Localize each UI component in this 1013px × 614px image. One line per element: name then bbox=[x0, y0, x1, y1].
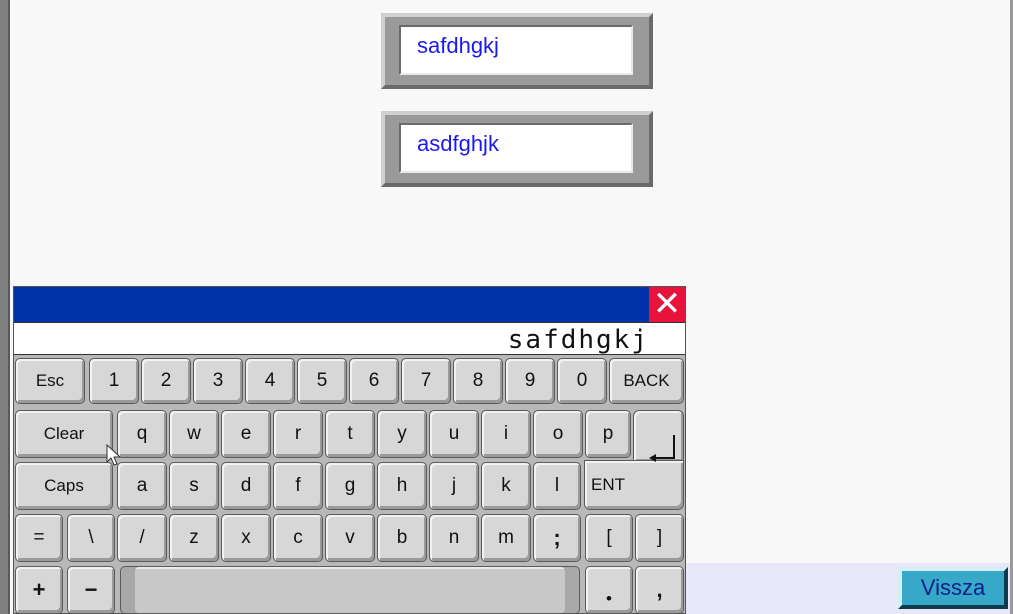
close-icon[interactable]: ✕ bbox=[649, 287, 685, 322]
key-a[interactable]: a bbox=[117, 462, 167, 510]
text-field-1[interactable]: safdhgkj bbox=[399, 25, 633, 75]
key-d[interactable]: d bbox=[221, 462, 271, 510]
key-q[interactable]: q bbox=[117, 410, 167, 458]
key-2[interactable]: 2 bbox=[141, 358, 191, 404]
key-back[interactable]: BACK bbox=[609, 358, 684, 404]
key-7[interactable]: 7 bbox=[401, 358, 451, 404]
key-l[interactable]: l bbox=[533, 462, 581, 510]
key-3[interactable]: 3 bbox=[193, 358, 243, 404]
key-o[interactable]: o bbox=[533, 410, 583, 458]
key-clear[interactable]: Clear bbox=[15, 410, 113, 458]
key-slash[interactable]: / bbox=[117, 514, 167, 562]
key-i[interactable]: i bbox=[481, 410, 531, 458]
vissza-button[interactable]: Vissza bbox=[898, 567, 1008, 609]
text-field-2-frame[interactable]: asdfghjk bbox=[381, 111, 653, 187]
key-dot[interactable]: • bbox=[585, 566, 633, 614]
key-u[interactable]: u bbox=[429, 410, 479, 458]
key-6[interactable]: 6 bbox=[349, 358, 399, 404]
key-semicolon[interactable]: ; bbox=[533, 514, 581, 562]
key-h[interactable]: h bbox=[377, 462, 427, 510]
key-z[interactable]: z bbox=[169, 514, 219, 562]
key-j[interactable]: j bbox=[429, 462, 479, 510]
key-m[interactable]: m bbox=[481, 514, 531, 562]
key-minus[interactable]: − bbox=[67, 566, 115, 614]
enter-arrow-icon bbox=[649, 435, 675, 462]
mouse-pointer-icon bbox=[106, 444, 122, 466]
key-comma[interactable]: , bbox=[635, 566, 684, 614]
key-enter[interactable]: ENT bbox=[584, 435, 684, 510]
key-k[interactable]: k bbox=[481, 462, 531, 510]
key-9[interactable]: 9 bbox=[505, 358, 555, 404]
key-b[interactable]: b bbox=[377, 514, 427, 562]
key-caps[interactable]: Caps bbox=[15, 462, 113, 510]
key-left-bracket[interactable]: [ bbox=[585, 514, 633, 562]
key-8[interactable]: 8 bbox=[453, 358, 503, 404]
keyboard-titlebar bbox=[14, 287, 685, 322]
key-x[interactable]: x bbox=[221, 514, 271, 562]
key-right-bracket[interactable]: ] bbox=[635, 514, 684, 562]
key-t[interactable]: t bbox=[325, 410, 375, 458]
left-frame bbox=[0, 0, 10, 614]
key-r[interactable]: r bbox=[273, 410, 323, 458]
enter-key-label: ENT bbox=[591, 475, 625, 494]
key-e[interactable]: e bbox=[221, 410, 271, 458]
key-y[interactable]: y bbox=[377, 410, 427, 458]
key-5[interactable]: 5 bbox=[297, 358, 347, 404]
key-g[interactable]: g bbox=[325, 462, 375, 510]
key-4[interactable]: 4 bbox=[245, 358, 295, 404]
key-0[interactable]: 0 bbox=[557, 358, 607, 404]
key-equals[interactable]: = bbox=[15, 514, 63, 562]
key-f[interactable]: f bbox=[273, 462, 323, 510]
key-1[interactable]: 1 bbox=[89, 358, 139, 404]
text-field-2[interactable]: asdfghjk bbox=[399, 123, 633, 173]
key-backslash[interactable]: \ bbox=[67, 514, 115, 562]
key-v[interactable]: v bbox=[325, 514, 375, 562]
key-space[interactable] bbox=[120, 566, 580, 614]
keyboard-display: safdhgkj bbox=[14, 322, 685, 355]
key-w[interactable]: w bbox=[169, 410, 219, 458]
text-field-1-frame[interactable]: safdhgkj bbox=[381, 13, 653, 89]
key-esc[interactable]: Esc bbox=[15, 358, 85, 404]
key-n[interactable]: n bbox=[429, 514, 479, 562]
key-plus[interactable]: + bbox=[15, 566, 63, 614]
key-c[interactable]: c bbox=[273, 514, 323, 562]
key-s[interactable]: s bbox=[169, 462, 219, 510]
